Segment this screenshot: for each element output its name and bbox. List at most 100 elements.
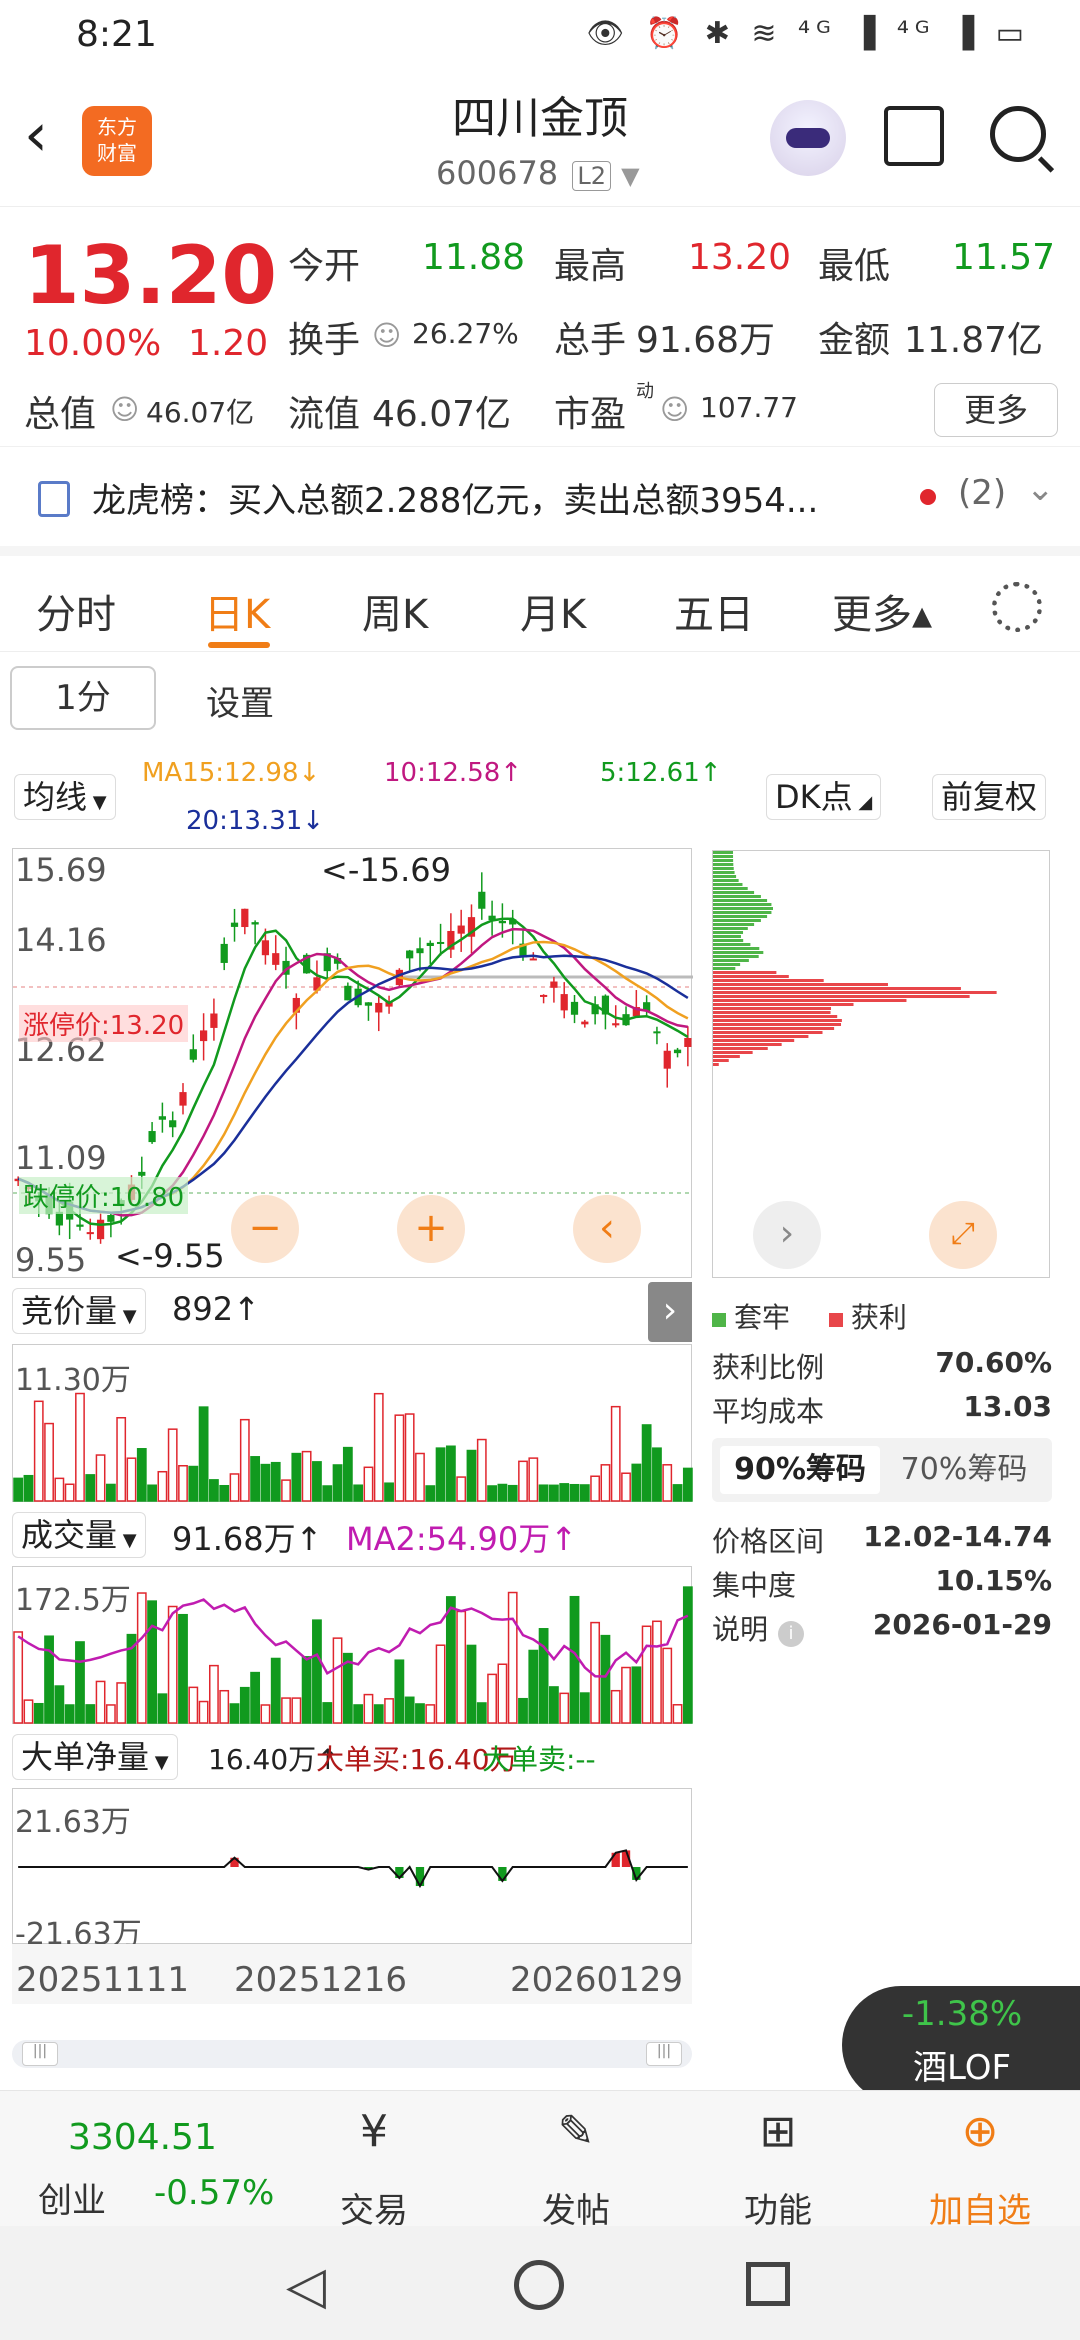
assistant-robot-icon[interactable] [770, 100, 846, 176]
volume-bar [600, 1634, 611, 1724]
grid-icon[interactable]: ⊞ [748, 2103, 808, 2163]
interval-button[interactable]: 1分 [10, 666, 156, 730]
candle-body [684, 1038, 692, 1047]
candle-body [663, 1050, 671, 1069]
info-icon[interactable]: ☺ [660, 393, 689, 426]
home-circle-icon[interactable] [514, 2260, 564, 2310]
volume-ma2: MA2:54.90万↑ [346, 1520, 578, 1558]
volume-bar [518, 1460, 528, 1502]
chip-bar [713, 959, 749, 962]
chip-bar [713, 967, 736, 970]
nav-add-watchlist[interactable]: 加自选 [910, 2183, 1050, 2232]
volume-ylabel: 172.5万 [15, 1583, 131, 1618]
tab-intraday[interactable]: 分时 [36, 582, 116, 640]
volume-bar [136, 1448, 147, 1502]
tab-daily-k[interactable]: 日K [204, 582, 270, 640]
volume-bar [167, 1605, 178, 1724]
zoom-out-button[interactable]: − [231, 1195, 299, 1263]
share-icon[interactable] [884, 106, 944, 166]
more-button[interactable]: 更多 [934, 383, 1058, 437]
stock-code[interactable]: 600678 L2 ▼ [436, 154, 640, 192]
trade-icon[interactable]: ¥ [344, 2103, 404, 2163]
range-scrollbar[interactable]: ||| ||| [12, 2040, 692, 2068]
chip-bar [713, 851, 734, 854]
volume-bar [291, 1452, 302, 1502]
recents-square-icon[interactable] [746, 2262, 790, 2306]
settings-button[interactable]: 设置 [206, 676, 274, 725]
candle-body [550, 981, 558, 988]
volume-bar [322, 1485, 333, 1502]
zoom-in-button[interactable]: + [397, 1195, 465, 1263]
info-icon[interactable]: i [778, 1621, 805, 1647]
expand-icon[interactable]: ⤢ [929, 1201, 997, 1269]
quote-panel: 13.20 10.00% 1.20 今开 11.88 最高 13.20 最低 1… [0, 206, 1080, 446]
y-label: 15.69 [15, 851, 107, 889]
high-value: 13.20 [688, 237, 792, 278]
info-icon[interactable]: ☺ [372, 319, 401, 352]
volume-bar [363, 1693, 374, 1724]
scroll-handle-left[interactable]: ||| [22, 2042, 58, 2066]
info-icon[interactable]: ☺ [110, 393, 139, 426]
range-value: 12.02-14.74 [863, 1520, 1052, 1553]
bigorder-selector[interactable]: 大单净量 ▼ [12, 1734, 178, 1780]
chip-bar [713, 991, 997, 994]
tab-chip-90[interactable]: 90%筹码 [720, 1446, 880, 1494]
volume-bar [116, 1682, 127, 1724]
volume-bar [54, 1477, 65, 1502]
document-icon [38, 481, 70, 517]
tab-monthly-k[interactable]: 月K [520, 582, 586, 640]
caret-down-icon: ▼ [87, 792, 107, 813]
scroll-left-button[interactable]: ‹ [573, 1195, 641, 1263]
volume-bar [33, 1400, 44, 1502]
edit-icon[interactable]: ✎ [546, 2103, 606, 2163]
chip-prev-button[interactable]: › [753, 1201, 821, 1269]
volume-bar [610, 1405, 621, 1502]
nav-post[interactable]: 发帖 [506, 2183, 646, 2232]
tab-weekly-k[interactable]: 周K [362, 582, 428, 640]
profit-swatch [828, 1313, 843, 1327]
candle-body [416, 948, 424, 954]
pe-sup: 动 [636, 381, 654, 402]
volume-bar [415, 1452, 425, 1502]
scroll-handle-right[interactable]: ||| [646, 2042, 682, 2066]
index-value[interactable]: 3304.51 [68, 2117, 217, 2158]
volume-bar [466, 1644, 477, 1724]
gear-icon[interactable] [992, 582, 1042, 632]
open-label: 今开 [288, 246, 361, 287]
index-name[interactable]: 创业 [38, 2173, 106, 2222]
ma-selector[interactable]: 均线 ▼ [14, 774, 116, 820]
volume-bar [579, 1692, 590, 1724]
candle-body [560, 994, 568, 1011]
adjust-selector[interactable]: 前复权 [932, 774, 1047, 820]
tab-five-day[interactable]: 五日 [674, 582, 754, 640]
tab-chip-70[interactable]: 70%筹码 [884, 1446, 1044, 1494]
volume-bar [322, 1702, 333, 1724]
volume-selector[interactable]: 成交量 ▼ [12, 1512, 146, 1558]
floating-quote-card[interactable]: -1.38% 酒LOF [842, 1986, 1080, 2104]
nav-trade[interactable]: 交易 [304, 2183, 444, 2232]
caret-icon: ◢ [852, 792, 873, 813]
chip-bar [713, 1007, 832, 1010]
kline-chart[interactable]: 15.69 14.16 12.62 11.09 9.55 <-15.69 <-9… [12, 848, 693, 1279]
amount-value: 11.87亿 [904, 320, 1044, 361]
dragon-tiger-banner[interactable]: 龙虎榜：买入总额2.288亿元，卖出总额3954... (2) ⌄ [0, 446, 1080, 546]
add-icon[interactable]: ⊕ [950, 2103, 1010, 2163]
auction-selector[interactable]: 竞价量 ▼ [12, 1288, 146, 1334]
bigorder-sell: 大单卖:-- [482, 1743, 596, 1776]
collapse-panel-button[interactable]: › [648, 1282, 692, 1342]
chevron-down-icon[interactable]: ⌄ [1026, 469, 1055, 509]
search-icon[interactable] [990, 106, 1046, 162]
volume-bar [188, 1686, 199, 1724]
volume-bar [209, 1479, 219, 1502]
back-triangle-icon[interactable]: ◁ [286, 2256, 326, 2316]
y-label: 14.16 [15, 921, 107, 959]
avg-cost-value: 13.03 [963, 1390, 1052, 1423]
index-change[interactable]: -0.57% [154, 2173, 274, 2213]
volume-bar [404, 1413, 415, 1502]
tab-more[interactable]: 更多▴ [832, 582, 932, 640]
volume-bar [23, 1474, 34, 1502]
nav-function[interactable]: 功能 [708, 2183, 848, 2232]
dk-point-selector[interactable]: DK点 ◢ [766, 774, 882, 820]
volume-bar [229, 1473, 240, 1502]
volume-selector-label: 成交量 [21, 1516, 118, 1554]
